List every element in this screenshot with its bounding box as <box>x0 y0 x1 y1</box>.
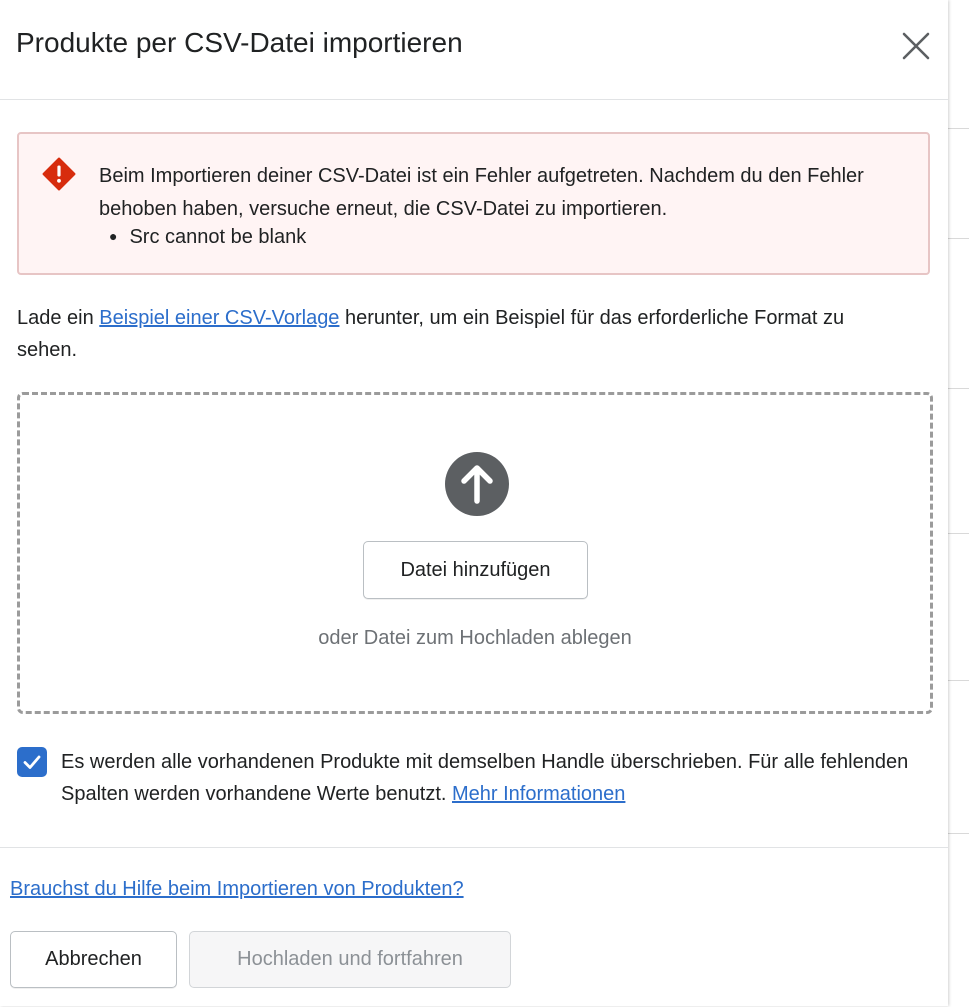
error-list: Src cannot be blank <box>109 222 306 253</box>
modal-title: Produkte per CSV-Datei importieren <box>16 27 463 58</box>
overwrite-checkbox[interactable] <box>17 747 47 777</box>
background-divider <box>948 238 969 239</box>
error-diamond-icon <box>42 157 76 191</box>
modal-header: Produkte per CSV-Datei importieren <box>0 0 948 100</box>
help-link[interactable]: Brauchst du Hilfe beim Importieren von P… <box>10 878 464 901</box>
intro-text-before: Lade ein <box>17 307 100 329</box>
background-divider <box>948 128 969 129</box>
more-info-link[interactable]: Mehr Informationen <box>452 783 625 805</box>
background-divider <box>948 680 969 681</box>
error-banner: Beim Importieren deiner CSV-Datei ist ei… <box>17 132 930 275</box>
overwrite-label: Es werden alle vorhandenen Produkte mit … <box>61 746 936 810</box>
upload-continue-button[interactable]: Hochladen und fortfahren <box>189 931 511 988</box>
file-dropzone[interactable]: Datei hinzufügen oder Datei zum Hochlade… <box>17 392 933 714</box>
add-file-button[interactable]: Datei hinzufügen <box>363 541 588 599</box>
checkmark-icon <box>23 755 41 769</box>
modal-footer: Brauchst du Hilfe beim Importieren von P… <box>0 847 948 1007</box>
drop-hint: oder Datei zum Hochladen ablegen <box>318 627 632 649</box>
modal-body: Beim Importieren deiner CSV-Datei ist ei… <box>0 100 948 847</box>
close-button[interactable] <box>896 26 936 66</box>
upload-arrow-icon <box>445 452 509 516</box>
csv-template-link[interactable]: Beispiel einer CSV-Vorlage <box>99 307 339 329</box>
background-divider <box>948 833 969 834</box>
background-divider <box>948 533 969 534</box>
import-modal: Produkte per CSV-Datei importieren Beim … <box>0 0 948 1006</box>
background-page-edge <box>948 0 969 1006</box>
intro-text: Lade ein Beispiel einer CSV-Vorlage heru… <box>17 302 897 366</box>
background-divider <box>948 388 969 389</box>
cancel-button[interactable]: Abbrechen <box>10 931 177 988</box>
close-icon <box>902 32 930 60</box>
error-message: Beim Importieren deiner CSV-Datei ist ei… <box>99 165 864 220</box>
error-list-item: Src cannot be blank <box>109 222 306 253</box>
